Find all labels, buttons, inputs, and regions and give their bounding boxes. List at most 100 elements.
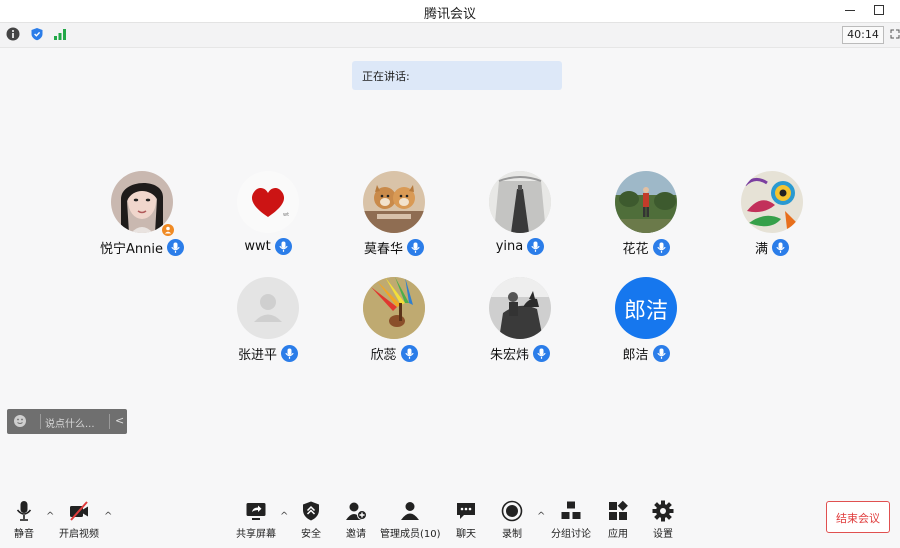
fullscreen-icon[interactable] xyxy=(890,29,900,39)
microphone-icon xyxy=(533,345,550,362)
participant-tile[interactable]: 张进平 xyxy=(213,277,323,377)
signal-icon[interactable] xyxy=(53,27,67,41)
start-video-button[interactable]: 开启视频 xyxy=(57,493,101,540)
avatar: wt xyxy=(237,171,299,233)
divider xyxy=(40,414,41,429)
audio-options-caret[interactable]: ^ xyxy=(46,511,54,522)
avatar xyxy=(489,171,551,233)
gear-icon xyxy=(652,500,674,522)
participant-name: 张进平 xyxy=(237,348,277,363)
invite-icon xyxy=(346,502,367,520)
breakout-rooms-button[interactable]: 分组讨论 xyxy=(549,493,593,540)
avatar xyxy=(363,171,425,233)
apps-icon xyxy=(609,500,628,520)
share-options-caret[interactable]: ^ xyxy=(280,511,288,522)
participant-tile[interactable]: wt wwt xyxy=(213,171,323,271)
participant-tile[interactable]: 郎洁 郎洁 xyxy=(591,277,701,377)
record-button[interactable]: 录制 xyxy=(497,493,527,540)
mute-button[interactable]: 静音 xyxy=(6,493,42,540)
end-meeting-button[interactable]: 结束会议 xyxy=(826,501,890,533)
collapse-chat-button[interactable]: < xyxy=(115,414,124,427)
divider xyxy=(109,414,110,429)
members-label: 管理成员(10) xyxy=(380,529,441,540)
participant-name: 朱宏炜 xyxy=(489,348,529,363)
avatar xyxy=(489,277,551,339)
microphone-icon xyxy=(407,239,424,256)
camera-off-icon xyxy=(70,501,88,521)
speaking-label: 正在讲话: xyxy=(362,70,410,83)
info-icon[interactable] xyxy=(6,27,20,41)
share-screen-icon xyxy=(246,503,266,520)
microphone-icon xyxy=(772,239,789,256)
participant-tile[interactable]: 欣蕊 xyxy=(339,277,449,377)
participant-name: 郎洁 xyxy=(622,348,649,363)
participant-name: 满 xyxy=(754,242,768,257)
share-screen-button[interactable]: 共享屏幕 xyxy=(235,493,277,540)
participant-tile[interactable]: 花花 xyxy=(591,171,701,271)
title-bar: 腾讯会议 xyxy=(0,0,900,23)
emoji-icon[interactable] xyxy=(13,414,27,428)
chat-label: 聊天 xyxy=(456,529,476,540)
microphone-icon xyxy=(281,345,298,362)
video-label: 开启视频 xyxy=(59,529,99,540)
microphone-icon xyxy=(527,238,545,255)
record-options-caret[interactable]: ^ xyxy=(537,511,545,522)
shield-icon[interactable] xyxy=(30,27,44,41)
invite-button[interactable]: 邀请 xyxy=(341,493,371,540)
minimize-button[interactable] xyxy=(845,10,855,11)
microphone-icon xyxy=(166,239,184,256)
breakout-icon xyxy=(561,501,581,519)
participant-tile[interactable]: 悦宁Annie xyxy=(87,171,197,271)
apps-label: 应用 xyxy=(608,529,628,540)
participant-name: 花花 xyxy=(622,242,649,257)
share-label: 共享屏幕 xyxy=(236,529,276,540)
participant-tile[interactable]: 满 xyxy=(717,171,827,271)
settings-label: 设置 xyxy=(653,529,673,540)
participant-tile[interactable]: 莫春华 xyxy=(339,171,449,271)
chat-placeholder[interactable]: 说点什么... xyxy=(45,415,95,430)
security-button[interactable]: 安全 xyxy=(296,493,326,540)
avatar-initials: 郎洁 xyxy=(623,299,668,324)
record-label: 录制 xyxy=(502,529,522,540)
video-options-caret[interactable]: ^ xyxy=(104,511,112,522)
svg-text:wt: wt xyxy=(283,212,289,218)
microphone-icon xyxy=(652,345,670,362)
avatar xyxy=(237,277,299,339)
bottom-toolbar: 静音 ^ 开启视频 ^ 共享屏幕 ^ 安全 邀请 管理成员(10) 聊天 录制 … xyxy=(0,493,900,540)
avatar xyxy=(363,277,425,339)
members-icon xyxy=(401,502,419,520)
host-badge-icon xyxy=(162,224,174,236)
microphone-icon xyxy=(274,238,292,255)
meeting-timer: 40:14 xyxy=(842,26,884,44)
participant-name: yina xyxy=(495,239,524,254)
avatar: 郎洁 xyxy=(615,277,677,339)
settings-button[interactable]: 设置 xyxy=(648,493,678,540)
maximize-button[interactable] xyxy=(874,5,884,15)
chat-input-box[interactable]: 说点什么... < xyxy=(7,409,127,434)
participant-tile[interactable]: 朱宏炜 xyxy=(465,277,575,377)
invite-label: 邀请 xyxy=(346,529,366,540)
breakout-label: 分组讨论 xyxy=(551,529,591,540)
avatar xyxy=(741,171,803,233)
chat-button[interactable]: 聊天 xyxy=(451,493,481,540)
meeting-info-bar: 40:14 xyxy=(0,23,900,48)
window-title: 腾讯会议 xyxy=(423,7,476,22)
microphone-icon xyxy=(400,345,418,362)
record-icon xyxy=(501,500,523,522)
participant-name: wwt xyxy=(244,239,271,254)
shield-icon xyxy=(303,501,319,521)
apps-button[interactable]: 应用 xyxy=(603,493,633,540)
participant-name: 欣蕊 xyxy=(370,348,397,363)
participant-tile[interactable]: yina xyxy=(465,171,575,271)
end-meeting-label: 结束会议 xyxy=(836,512,880,525)
microphone-icon xyxy=(652,239,670,256)
participant-name: 悦宁Annie xyxy=(100,242,163,257)
manage-members-button[interactable]: 管理成员(10) xyxy=(380,493,441,540)
avatar xyxy=(615,171,677,233)
participant-name: 莫春华 xyxy=(363,242,403,257)
mute-label: 静音 xyxy=(14,529,34,540)
microphone-icon xyxy=(16,501,32,521)
chat-bubble-icon xyxy=(457,503,475,519)
security-label: 安全 xyxy=(301,529,321,540)
speaking-indicator: 正在讲话: xyxy=(352,61,562,90)
